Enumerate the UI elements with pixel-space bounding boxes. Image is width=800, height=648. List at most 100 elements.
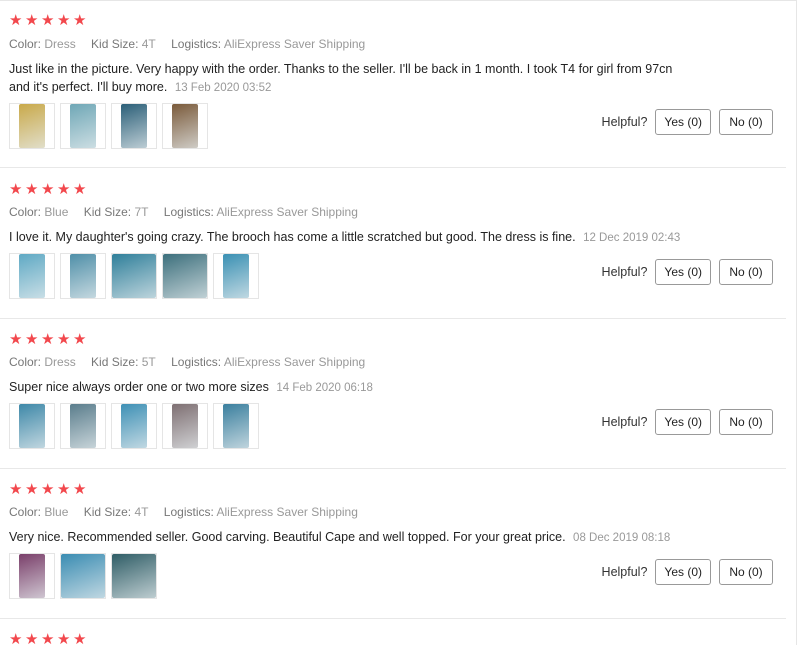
logistics-label: Logistics:: [171, 37, 222, 51]
reviews-panel: ★ ★ ★ ★ ★ Color: Dress Kid Size: 4T Logi…: [0, 0, 797, 647]
star-icon: ★: [73, 330, 87, 348]
star-icon: ★: [9, 180, 23, 198]
photo-image: [172, 404, 198, 448]
review-photo[interactable]: [162, 403, 208, 449]
review-item: ★ ★ ★ ★ ★ Color: Dress Kid Size: 4T Logi…: [0, 1, 786, 168]
review-date: 08 Dec 2019 08:18: [573, 532, 671, 544]
kid-size-value: 5T: [141, 355, 156, 369]
review-photo[interactable]: [60, 553, 106, 599]
star-icon: ★: [57, 180, 71, 198]
star-rating: ★ ★ ★ ★ ★: [9, 182, 88, 198]
photo-image: [70, 254, 96, 298]
color-label: Color:: [9, 355, 42, 369]
kid-size-value: 4T: [134, 505, 149, 519]
kid-size-label: Kid Size:: [83, 205, 132, 219]
helpful-no-button[interactable]: No (0): [719, 109, 773, 135]
review-photo[interactable]: [162, 103, 208, 149]
review-item: ★ ★ ★ ★ ★ Color: Blue Kid Size: 7T Logis…: [0, 169, 786, 319]
photo-image: [19, 554, 45, 598]
helpful-no-button[interactable]: No (0): [719, 259, 773, 285]
review-item: ★ ★ ★ ★ ★ Color: Blue Kid Size: 4T Logis…: [0, 469, 786, 619]
photo-image: [70, 404, 96, 448]
photo-image: [172, 104, 198, 148]
star-icon: ★: [57, 11, 71, 29]
review-text: Just like in the picture. Very happy wit…: [9, 60, 689, 97]
star-icon: ★: [25, 180, 39, 198]
logistics-value: AliExpress Saver Shipping: [223, 355, 366, 369]
review-body: Very nice. Recommended seller. Good carv…: [9, 530, 566, 544]
review-text: I love it. My daughter's going crazy. Th…: [9, 228, 779, 247]
review-photo[interactable]: [111, 403, 157, 449]
star-icon: ★: [9, 330, 23, 348]
review-text: Very nice. Recommended seller. Good carv…: [9, 528, 779, 547]
kid-size-value: 7T: [134, 205, 149, 219]
helpful-controls: Helpful? Yes (0) No (0): [602, 259, 773, 285]
helpful-no-button[interactable]: No (0): [719, 409, 773, 435]
star-rating: ★ ★ ★ ★ ★: [9, 13, 88, 29]
photo-image: [61, 554, 105, 598]
helpful-label: Helpful?: [601, 565, 648, 579]
photo-image: [19, 254, 45, 298]
star-icon: ★: [9, 11, 23, 29]
logistics-label: Logistics:: [163, 205, 214, 219]
star-icon: ★: [25, 480, 39, 498]
review-photo[interactable]: [213, 253, 259, 299]
logistics-value: AliExpress Saver Shipping: [216, 205, 358, 219]
photo-image: [112, 554, 156, 598]
kid-size-label: Kid Size:: [91, 37, 139, 51]
star-icon: ★: [25, 330, 39, 348]
review-item: ★ ★ ★ ★ ★ Color: Dress Kid Size: 5T Logi…: [0, 319, 786, 469]
review-date: 13 Feb 2020 03:52: [174, 82, 272, 94]
review-photo[interactable]: [213, 403, 259, 449]
photo-image: [223, 404, 249, 448]
photo-image: [70, 104, 96, 148]
star-icon: ★: [41, 11, 55, 29]
divider: [0, 167, 786, 168]
review-photo[interactable]: [60, 403, 106, 449]
review-attributes: Color: Dress Kid Size: 5T Logistics: Ali…: [9, 355, 377, 369]
photo-image: [112, 254, 156, 298]
photo-image: [223, 254, 249, 298]
review-photo[interactable]: [9, 403, 55, 449]
color-label: Color:: [9, 37, 42, 51]
star-icon: ★: [41, 480, 55, 498]
review-attributes: Color: Blue Kid Size: 7T Logistics: AliE…: [9, 205, 370, 219]
review-date: 14 Feb 2020 06:18: [276, 382, 373, 394]
review-photo[interactable]: [9, 553, 55, 599]
star-icon: ★: [57, 330, 71, 348]
star-icon: ★: [73, 11, 87, 29]
photo-image: [121, 404, 147, 448]
review-photo[interactable]: [111, 253, 157, 299]
logistics-value: AliExpress Saver Shipping: [216, 505, 358, 519]
helpful-controls: Helpful? Yes (0) No (0): [602, 109, 773, 135]
review-photo[interactable]: [60, 103, 106, 149]
helpful-label: Helpful?: [601, 265, 648, 279]
review-photo[interactable]: [9, 253, 55, 299]
helpful-yes-button[interactable]: Yes (0): [655, 409, 711, 435]
helpful-controls: Helpful? Yes (0) No (0): [602, 559, 773, 585]
review-photos: [9, 403, 259, 449]
review-photo[interactable]: [162, 253, 208, 299]
review-photo[interactable]: [9, 103, 55, 149]
logistics-value: AliExpress Saver Shipping: [223, 37, 366, 51]
color-value: Blue: [44, 205, 69, 219]
star-icon: ★: [25, 11, 39, 29]
review-photo[interactable]: [111, 103, 157, 149]
helpful-yes-button[interactable]: Yes (0): [655, 559, 711, 585]
kid-size-label: Kid Size:: [91, 355, 139, 369]
review-photo[interactable]: [60, 253, 106, 299]
review-attributes: Color: Dress Kid Size: 4T Logistics: Ali…: [9, 37, 377, 51]
review-photos: [9, 553, 157, 599]
logistics-label: Logistics:: [171, 355, 222, 369]
logistics-label: Logistics:: [163, 505, 214, 519]
helpful-yes-button[interactable]: Yes (0): [655, 259, 711, 285]
color-label: Color:: [9, 205, 42, 219]
star-rating: ★ ★ ★ ★ ★: [9, 482, 88, 498]
review-photo[interactable]: [111, 553, 157, 599]
photo-image: [121, 104, 147, 148]
helpful-no-button[interactable]: No (0): [719, 559, 773, 585]
helpful-yes-button[interactable]: Yes (0): [655, 109, 711, 135]
review-body: I love it. My daughter's going crazy. Th…: [9, 230, 576, 244]
color-value: Dress: [44, 355, 76, 369]
star-icon: ★: [9, 480, 23, 498]
